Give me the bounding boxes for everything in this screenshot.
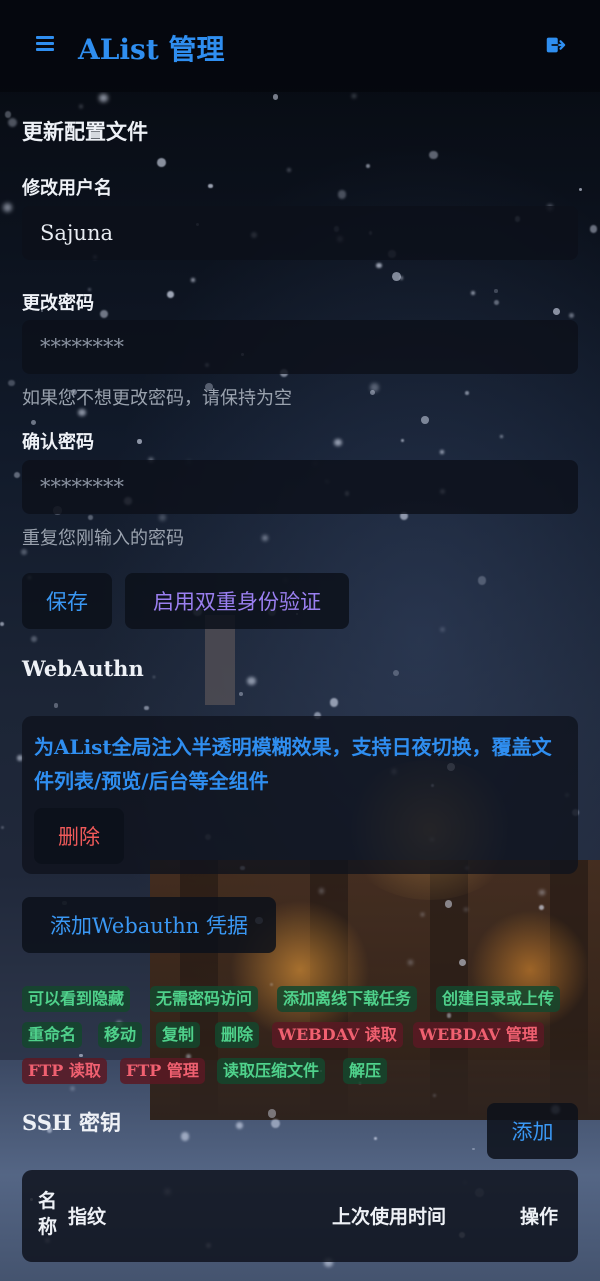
webauthn-credential-card: 为AList全局注入半透明模糊效果，支持日夜切换，覆盖文件列表/预览/后台等全组… — [22, 716, 578, 874]
password-helper: 如果您不想更改密码，请保持为空 — [22, 388, 292, 409]
snowflake — [464, 907, 468, 912]
snowflake — [477, 576, 487, 585]
hamburger-icon[interactable] — [36, 36, 54, 54]
snowflake — [552, 307, 560, 315]
snowflake — [429, 151, 438, 160]
username-input[interactable] — [22, 206, 578, 260]
snowflake — [334, 438, 342, 447]
snowflake — [167, 291, 174, 298]
snowflake — [539, 905, 544, 910]
snowflake — [78, 409, 86, 417]
profile-section-title: 更新配置文件 — [22, 119, 148, 144]
snowflake — [8, 117, 18, 127]
webauthn-section-title: WebAuthn — [22, 656, 144, 681]
permission-tag: 无需密码访问 — [150, 986, 259, 1012]
snowflake — [4, 111, 12, 118]
permission-tag: 删除 — [215, 1022, 260, 1048]
snowflake — [376, 262, 382, 269]
permission-tags: 可以看到隐藏 无需密码访问 添加离线下载任务 创建目录或上传 重命名 移动 复制… — [22, 986, 582, 1086]
snowflake — [272, 94, 279, 100]
snowflake — [0, 621, 4, 626]
column-header-name: 名称 — [38, 1190, 58, 1238]
permission-tag: 重命名 — [22, 1022, 83, 1048]
snowflake — [408, 959, 413, 965]
permission-tag: 可以看到隐藏 — [22, 986, 131, 1012]
snowflake — [440, 450, 444, 455]
snowflake — [31, 636, 38, 642]
snowflake — [493, 300, 499, 306]
snowflake — [318, 888, 324, 894]
snowflake — [351, 94, 356, 98]
snowflake — [144, 705, 149, 711]
column-header-last-used: 上次使用时间 — [332, 1206, 447, 1228]
snowflake — [329, 698, 339, 707]
save-button[interactable]: 保存 — [22, 573, 112, 629]
ssh-keys-table: 名称 指纹 上次使用时间 操作 — [22, 1170, 578, 1262]
confirm-password-helper: 重复您刚输入的密码 — [22, 528, 184, 549]
snowflake — [3, 203, 12, 212]
column-header-actions: 操作 — [520, 1206, 559, 1228]
snowflake — [99, 93, 108, 102]
permission-tag: WEBDAV 读取 — [272, 1022, 403, 1048]
ssh-section-title: SSH 密钥 — [22, 1110, 122, 1135]
permission-tag: 添加离线下载任务 — [277, 986, 418, 1012]
snowflake — [261, 535, 268, 542]
snowflake — [88, 515, 94, 520]
snowflake — [338, 190, 347, 199]
app-header: AList 管理 — [0, 0, 600, 92]
snowflake — [421, 416, 429, 424]
confirm-password-label: 确认密码 — [22, 432, 94, 453]
snowflake — [441, 628, 444, 631]
snowflake — [137, 439, 142, 444]
add-webauthn-button[interactable]: 添加Webauthn 凭据 — [22, 897, 276, 953]
snowflake — [239, 691, 243, 696]
snowflake — [14, 471, 21, 478]
password-input[interactable] — [22, 320, 578, 374]
snowflake — [159, 514, 166, 521]
confirm-password-input[interactable] — [22, 460, 578, 514]
snowflake — [247, 677, 256, 686]
credential-name: 为AList全局注入半透明模糊效果，支持日夜切换，覆盖文件列表/预览/后台等全组… — [34, 735, 552, 793]
permission-tag: 解压 — [343, 1058, 388, 1084]
snowflake — [499, 434, 503, 439]
add-ssh-key-button[interactable]: 添加 — [487, 1103, 578, 1159]
snowflake — [589, 225, 598, 233]
logout-icon[interactable] — [544, 34, 566, 56]
snowflake — [494, 289, 498, 293]
app-title: AList 管理 — [78, 33, 225, 66]
snowflake — [235, 1121, 244, 1129]
permission-tag: FTP 管理 — [120, 1058, 205, 1084]
permission-tag: 创建目录或上传 — [436, 986, 561, 1012]
permission-tag: 读取压缩文件 — [217, 1058, 326, 1084]
delete-credential-button[interactable]: 删除 — [34, 808, 124, 864]
password-label: 更改密码 — [22, 293, 94, 314]
column-header-fingerprint: 指纹 — [68, 1206, 107, 1228]
permission-tag: WEBDAV 管理 — [413, 1022, 544, 1048]
username-label: 修改用户名 — [22, 178, 112, 199]
snowflake — [79, 105, 83, 108]
permission-tag: 移动 — [98, 1022, 143, 1048]
snowflake — [568, 313, 574, 319]
snowflake — [180, 1131, 190, 1141]
snowflake — [578, 187, 582, 191]
permission-tag: FTP 读取 — [22, 1058, 107, 1084]
snowflake — [267, 1109, 277, 1118]
snowflake — [392, 271, 401, 281]
enable-2fa-button[interactable]: 启用双重身份验证 — [125, 573, 349, 629]
permission-tag: 复制 — [156, 1022, 201, 1048]
snowflake — [464, 391, 469, 396]
